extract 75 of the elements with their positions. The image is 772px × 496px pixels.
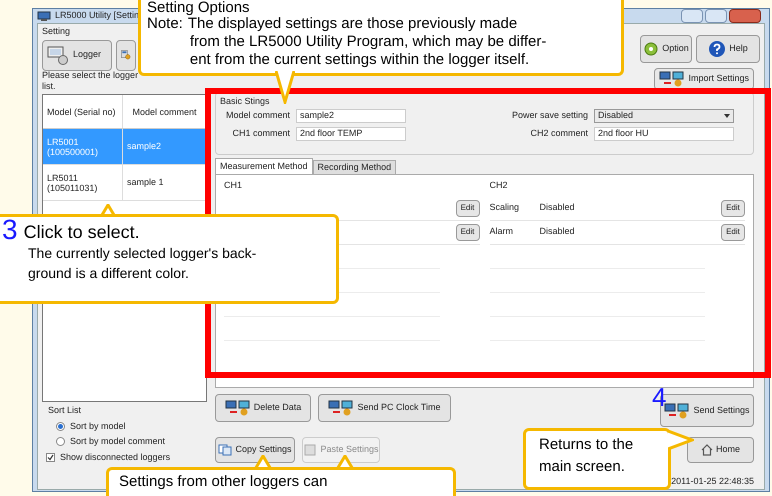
group-label: Basic Stings [220, 95, 271, 108]
setting-name: Alarm [490, 226, 514, 236]
radio-label: Sort by model [70, 420, 126, 433]
model-name: LR5001 [47, 136, 80, 146]
tab[interactable]: Measurement Method [215, 158, 313, 174]
option-button[interactable]: Option [640, 35, 692, 63]
setting-value: Disabled [540, 226, 575, 236]
model-name: LR5011 [47, 172, 79, 182]
radio-label: Sort by model comment [70, 435, 166, 448]
close-button[interactable] [729, 9, 761, 23]
serial-number: (105011031) [47, 182, 98, 192]
edit-button[interactable]: Edit [456, 224, 480, 240]
edit-button[interactable]: Edit [721, 200, 745, 216]
step-number: 3 [2, 217, 18, 243]
group-label: Sort List [47, 404, 82, 417]
field-label: CH2 comment [529, 126, 588, 140]
dropdown[interactable]: Disabled [594, 108, 734, 122]
note-text: from the LR5000 Utility Program, which may be differ- [188, 33, 546, 51]
app-icon [37, 10, 51, 22]
callout-text: Returns to the [539, 435, 634, 455]
help-icon [708, 40, 726, 58]
help-button[interactable]: Help [696, 35, 760, 63]
computer-transfer-icon [659, 71, 686, 87]
note-text: The displayed settings are those previously made [188, 15, 518, 33]
field-label: Model comment [224, 108, 290, 122]
text-field[interactable]: sample2 [296, 108, 406, 122]
note-label: Note: [147, 15, 183, 34]
clock-button[interactable]: Send PC Clock Time [318, 394, 451, 422]
computer-transfer-icon [664, 402, 690, 418]
minimize-button[interactable] [681, 9, 703, 23]
text-field[interactable]: 2nd floor HU [594, 126, 734, 140]
callout-text: ground is a different color. [28, 264, 190, 283]
radio-button[interactable] [56, 437, 65, 446]
edit-button[interactable]: Edit [456, 200, 480, 216]
column-header: Model comment [131, 106, 198, 118]
note-text: ent from the current settings within the logger itself. [188, 51, 530, 69]
list-row[interactable]: LR5011 (105011031) sample 1 [43, 165, 206, 201]
copy-icon [218, 444, 232, 456]
tab[interactable]: Recording Method [312, 160, 396, 174]
model-comment: sample2 [127, 140, 162, 153]
copy-button[interactable]: Copy Settings [215, 437, 295, 463]
instruction-text: Please select the logger [42, 70, 140, 81]
edit-button[interactable]: Edit [721, 224, 745, 240]
text-field[interactable]: 2nd floor TEMP [296, 126, 406, 140]
serial-number: (100500001) [47, 146, 100, 156]
group-label: CH2 [490, 179, 509, 192]
dropdown-caret-icon [724, 114, 730, 118]
home-icon [700, 444, 713, 456]
group-label: CH1 [224, 179, 244, 192]
radio-button[interactable] [56, 422, 65, 431]
callout-text: main screen. [539, 457, 626, 477]
timestamp: 2011-01-25 22:48:35 [671, 475, 754, 488]
delete-button[interactable]: Delete Data [215, 394, 311, 422]
instruction-text: list. [42, 81, 56, 92]
computer-transfer-icon [224, 400, 251, 416]
logger-button[interactable]: Logger [42, 40, 112, 70]
callout-text: The currently selected logger's back- [28, 244, 258, 263]
field-label: CH1 comment [231, 126, 290, 140]
checkbox[interactable] [46, 452, 55, 462]
setting-value: Disabled [540, 202, 575, 212]
checkbox-label: Show disconnected loggers [60, 450, 170, 464]
window-title: LR5000 Utility [Settin [55, 9, 140, 22]
group-label: Setting [42, 25, 72, 38]
column-header: Model (Serial no) [43, 95, 123, 128]
home-button[interactable]: Home [687, 437, 754, 463]
callout-title: Setting Options [147, 0, 251, 15]
callout-text: Settings from other loggers can [119, 472, 328, 492]
setting-name: Scaling [490, 202, 520, 212]
callout-title: Click to select. [24, 221, 140, 243]
model-comment: sample 1 [127, 176, 164, 189]
import-settings-button[interactable]: Import Settings [654, 68, 754, 90]
maximize-button[interactable] [705, 9, 727, 23]
computer-transfer-icon [328, 400, 354, 416]
field-label: Power save setting [510, 108, 588, 122]
settings-button[interactable] [116, 40, 136, 70]
